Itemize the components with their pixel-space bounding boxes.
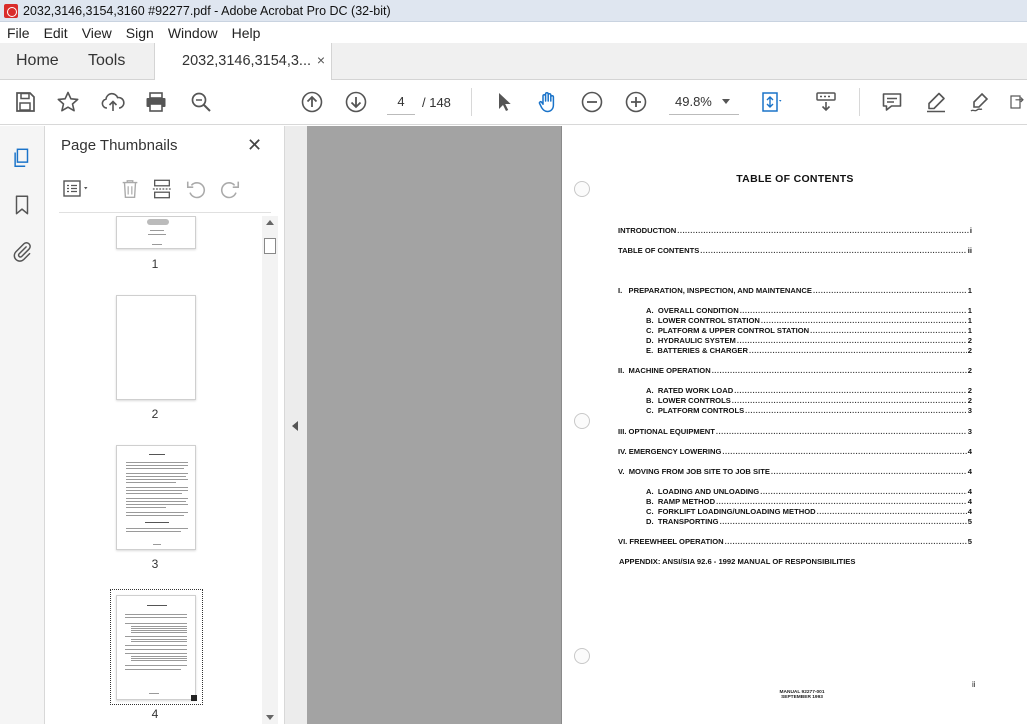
tab-close-icon[interactable]: × bbox=[317, 52, 325, 68]
tab-document-label: 2032,3146,3154,3... bbox=[182, 53, 312, 69]
menu-help[interactable]: Help bbox=[225, 25, 268, 41]
toc-appendix: APPENDIX: ANSI/SIA 92.6 - 1992 MANUAL OF… bbox=[619, 557, 856, 566]
page-number-input[interactable]: 4 bbox=[387, 89, 415, 115]
page-up-icon[interactable] bbox=[299, 89, 325, 115]
menu-bar: File Edit View Sign Window Help bbox=[0, 22, 1027, 43]
panel-title: Page Thumbnails bbox=[61, 137, 178, 154]
sign-icon[interactable] bbox=[967, 89, 993, 115]
page-thumbnails-panel: Page Thumbnails ✕ 1 2 3 4 bbox=[45, 126, 285, 724]
toc-entry: II. MACHINE OPERATION2 bbox=[618, 366, 972, 375]
toc-entry: V. MOVING FROM JOB SITE TO JOB SITE4 bbox=[618, 467, 972, 476]
fit-page-icon[interactable] bbox=[758, 89, 784, 115]
page-total: / 148 bbox=[422, 95, 451, 110]
toc-entry: TABLE OF CONTENTSii bbox=[618, 246, 972, 255]
window-title: 2032,3146,3154,3160 #92277.pdf - Adobe A… bbox=[23, 3, 391, 18]
star-icon[interactable] bbox=[55, 89, 81, 115]
zoom-in-icon[interactable] bbox=[623, 89, 649, 115]
panel-collapse-strip[interactable] bbox=[285, 126, 307, 724]
toc-entry: D. HYDRAULIC SYSTEM2 bbox=[646, 336, 972, 345]
scroll-up-icon[interactable] bbox=[266, 220, 274, 225]
tab-tools[interactable]: Tools bbox=[88, 52, 125, 70]
rotate-counterclockwise-icon[interactable] bbox=[183, 176, 209, 202]
toc-entry: C. PLATFORM CONTROLS3 bbox=[646, 406, 972, 415]
punch-hole bbox=[574, 648, 590, 664]
thumbnail-label: 3 bbox=[151, 557, 159, 571]
page-down-icon[interactable] bbox=[343, 89, 369, 115]
thumbnail-page-4[interactable] bbox=[116, 595, 197, 701]
menu-file[interactable]: File bbox=[0, 25, 37, 41]
print-icon[interactable] bbox=[143, 89, 169, 115]
rotate-clockwise-icon[interactable] bbox=[217, 176, 243, 202]
collapse-panel-icon[interactable] bbox=[292, 421, 298, 431]
panel-close-icon[interactable]: ✕ bbox=[247, 135, 262, 156]
main-toolbar: 4 / 148 49.8% bbox=[0, 80, 1027, 125]
select-cursor-icon[interactable] bbox=[491, 89, 517, 115]
menu-sign[interactable]: Sign bbox=[119, 25, 161, 41]
toolbar-divider bbox=[471, 88, 472, 116]
thumbnail-options-icon[interactable] bbox=[59, 176, 95, 202]
toc-entry: A. LOADING AND UNLOADING4 bbox=[646, 487, 972, 496]
page-thumbnails-icon[interactable] bbox=[10, 146, 34, 170]
pdf-page: TABLE OF CONTENTS INTRODUCTIONi TABLE OF… bbox=[561, 126, 1027, 724]
toc-entry: B. RAMP METHOD4 bbox=[646, 497, 972, 506]
zoom-search-icon[interactable] bbox=[188, 89, 214, 115]
thumbnail-page-2[interactable] bbox=[116, 295, 196, 400]
comment-icon[interactable] bbox=[879, 89, 905, 115]
toc-entry: I. PREPARATION, INSPECTION, AND MAINTENA… bbox=[618, 286, 972, 295]
toc-entry: III. OPTIONAL EQUIPMENT3 bbox=[618, 427, 972, 436]
attachments-icon[interactable] bbox=[10, 239, 34, 263]
toc-entry: A. OVERALL CONDITION1 bbox=[646, 306, 972, 315]
manual-date: SEPTEMBER 1993 bbox=[781, 695, 823, 700]
upload-icon[interactable] bbox=[100, 89, 126, 115]
toc-entry: C. PLATFORM & UPPER CONTROL STATION1 bbox=[646, 326, 972, 335]
keyboard-scroll-icon[interactable] bbox=[813, 89, 839, 115]
tab-bar: Home Tools 2032,3146,3154,3... × bbox=[0, 43, 1027, 80]
title-bar: 2032,3146,3154,3160 #92277.pdf - Adobe A… bbox=[0, 0, 1027, 22]
left-navigation-rail bbox=[0, 126, 45, 724]
delete-page-icon[interactable] bbox=[117, 176, 143, 202]
toc-entry: E. BATTERIES & CHARGER2 bbox=[646, 346, 972, 355]
insert-page-icon[interactable] bbox=[149, 176, 175, 202]
menu-edit[interactable]: Edit bbox=[37, 25, 75, 41]
thumbnail-page-3[interactable] bbox=[116, 445, 196, 550]
menu-view[interactable]: View bbox=[75, 25, 119, 41]
save-icon[interactable] bbox=[12, 89, 38, 115]
toc-entry: B. LOWER CONTROLS2 bbox=[646, 396, 972, 405]
acrobat-app-icon bbox=[4, 3, 18, 18]
thumbnail-scrollbar[interactable] bbox=[262, 216, 278, 724]
menu-window[interactable]: Window bbox=[161, 25, 225, 41]
zoom-out-icon[interactable] bbox=[579, 89, 605, 115]
toc-entry: D. TRANSPORTING5 bbox=[646, 517, 972, 526]
toc-title: TABLE OF CONTENTS bbox=[736, 173, 854, 185]
tab-home[interactable]: Home bbox=[16, 52, 59, 70]
scroll-down-icon[interactable] bbox=[266, 715, 274, 720]
toc-entry: INTRODUCTIONi bbox=[618, 226, 972, 235]
toc-entry: A. RATED WORK LOAD2 bbox=[646, 386, 972, 395]
thumbnail-label: 2 bbox=[151, 407, 159, 421]
hand-icon[interactable] bbox=[535, 89, 561, 115]
scrollbar-thumb[interactable] bbox=[264, 238, 276, 254]
thumbnail-list: 1 2 3 4 bbox=[45, 216, 283, 724]
bookmarks-icon[interactable] bbox=[10, 193, 34, 217]
toc-entry: IV. EMERGENCY LOWERING4 bbox=[618, 447, 972, 456]
thumbnail-toolbar bbox=[59, 176, 271, 202]
punch-hole bbox=[574, 413, 590, 429]
thumbnail-page-1[interactable] bbox=[116, 216, 196, 249]
tab-document[interactable]: 2032,3146,3154,3... × bbox=[154, 43, 332, 80]
page-number-roman: ii bbox=[972, 680, 976, 689]
thumbnail-label: 1 bbox=[151, 257, 159, 271]
toc-entry: B. LOWER CONTROL STATION1 bbox=[646, 316, 972, 325]
thumbnail-label: 4 bbox=[151, 707, 159, 721]
more-tools-icon[interactable] bbox=[1008, 89, 1026, 115]
toc-entry: C. FORKLIFT LOADING/UNLOADING METHOD4 bbox=[646, 507, 972, 516]
toc-entry: VI. FREEWHEEL OPERATION5 bbox=[618, 537, 972, 546]
document-view[interactable]: TABLE OF CONTENTS INTRODUCTIONi TABLE OF… bbox=[307, 126, 1027, 724]
toolbar-divider bbox=[859, 88, 860, 116]
panel-divider bbox=[59, 212, 271, 213]
zoom-dropdown-caret-icon[interactable] bbox=[722, 99, 730, 104]
highlight-pen-icon[interactable] bbox=[923, 89, 949, 115]
